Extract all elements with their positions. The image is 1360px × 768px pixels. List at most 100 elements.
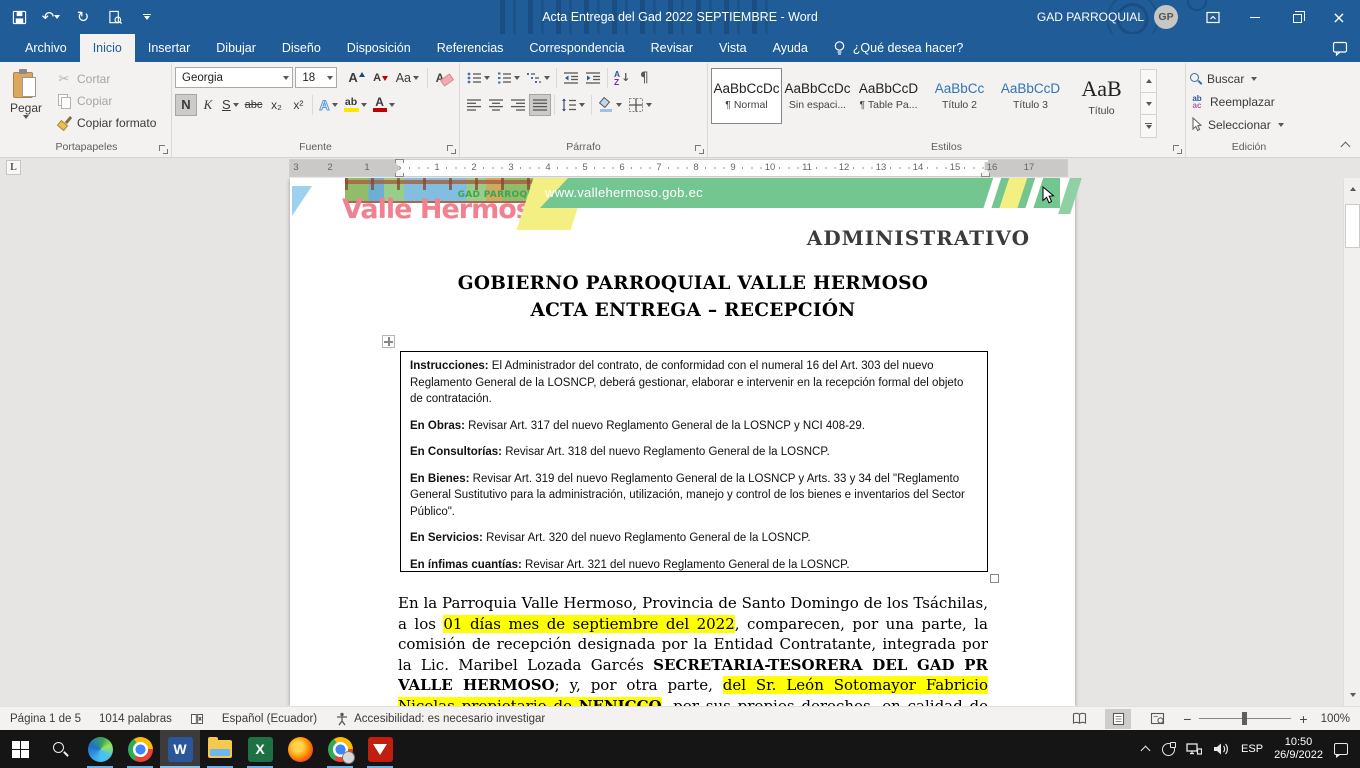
- tell-me-box[interactable]: ¿Qué desea hacer?: [821, 34, 976, 62]
- shading-arrow[interactable]: [616, 103, 622, 107]
- body-paragraph[interactable]: En la Parroquia Valle Hermoso, Provincia…: [398, 593, 988, 706]
- borders-arrow[interactable]: [646, 103, 652, 107]
- ribbon-display-options-button[interactable]: [1192, 0, 1234, 34]
- taskbar-excel[interactable]: X: [240, 730, 280, 768]
- instructions-table[interactable]: Instrucciones: El Administrador del cont…: [400, 351, 988, 572]
- restore-button[interactable]: [1276, 0, 1318, 34]
- font-family-arrow[interactable]: [283, 76, 289, 80]
- tab-ayuda[interactable]: Ayuda: [760, 34, 821, 62]
- save-button[interactable]: [10, 6, 28, 28]
- clock[interactable]: 10:50 26/9/2022: [1274, 736, 1323, 763]
- sort-button[interactable]: AZ↓: [611, 67, 633, 89]
- font-size-arrow[interactable]: [327, 76, 333, 80]
- zoom-out-button[interactable]: −: [1183, 711, 1191, 727]
- tab-disposicion[interactable]: Disposición: [334, 34, 424, 62]
- fuente-dialog-launcher[interactable]: [447, 145, 456, 154]
- zoom-slider[interactable]: [1199, 718, 1291, 719]
- show-paragraph-marks-button[interactable]: ¶: [633, 67, 655, 89]
- zoom-in-button[interactable]: +: [1299, 711, 1307, 727]
- taskbar-file-explorer[interactable]: [200, 730, 240, 768]
- paste-button[interactable]: Pegar: [5, 65, 47, 133]
- zoom-level[interactable]: 100%: [1321, 713, 1350, 725]
- table-resize-handle[interactable]: [990, 574, 999, 583]
- print-preview-button[interactable]: [106, 6, 124, 28]
- shading-button[interactable]: [595, 94, 625, 116]
- numbering-button[interactable]: [493, 67, 523, 89]
- word-count[interactable]: 1014 palabras: [99, 713, 172, 725]
- print-layout-button[interactable]: [1105, 709, 1131, 729]
- decrease-indent-button[interactable]: [560, 67, 582, 89]
- borders-button[interactable]: [625, 94, 655, 116]
- line-spacing-button[interactable]: [558, 94, 588, 116]
- bullets-button[interactable]: [463, 67, 493, 89]
- superscript-button[interactable]: x²: [287, 94, 309, 116]
- multilevel-list-arrow[interactable]: [544, 76, 550, 80]
- comments-button[interactable]: [1332, 34, 1348, 62]
- underline-button[interactable]: S: [219, 94, 242, 116]
- increase-indent-button[interactable]: [582, 67, 604, 89]
- style-normal[interactable]: AaBbCcDc¶ Normal: [711, 68, 782, 124]
- style-table-paragraph[interactable]: AaBbCcD¶ Table Pa...: [853, 68, 924, 124]
- volume-icon[interactable]: [1213, 742, 1230, 756]
- customize-qat-button[interactable]: [138, 6, 156, 28]
- accessibility-status[interactable]: Accesibilidad: es necesario investigar: [335, 712, 545, 726]
- justify-button[interactable]: [529, 94, 551, 116]
- meet-now-icon[interactable]: [1162, 743, 1175, 756]
- styles-scroll-down-button[interactable]: [1141, 93, 1156, 116]
- tab-correspondencia[interactable]: Correspondencia: [516, 34, 637, 62]
- numbering-arrow[interactable]: [514, 76, 520, 80]
- tab-inicio[interactable]: Inicio: [80, 34, 135, 62]
- replace-button[interactable]: abacReemplazar: [1189, 90, 1309, 113]
- tab-stop-selector[interactable]: L: [6, 160, 21, 175]
- subscript-button[interactable]: x₂: [265, 94, 287, 116]
- tab-archivo[interactable]: Archivo: [12, 34, 80, 62]
- font-size-combobox[interactable]: 18: [295, 67, 337, 88]
- undo-button[interactable]: ↶: [42, 6, 60, 28]
- redo-button[interactable]: ↻: [74, 6, 92, 28]
- taskbar-chrome-profile[interactable]: [320, 730, 360, 768]
- keyboard-language[interactable]: ESP: [1241, 743, 1263, 755]
- taskbar-acrobat[interactable]: [360, 730, 400, 768]
- taskbar-firefox[interactable]: [280, 730, 320, 768]
- select-arrow[interactable]: [1278, 123, 1284, 127]
- style-sin-espaciado[interactable]: AaBbCcDcSin espaci...: [782, 68, 853, 124]
- parrafo-dialog-launcher[interactable]: [695, 145, 704, 154]
- proofing-status[interactable]: [190, 712, 204, 726]
- scroll-down-button[interactable]: [1345, 687, 1360, 703]
- horizontal-ruler[interactable]: 3 2 1 1 2 3 4 5 6 7 8 9 10 11 12 13 14 1…: [290, 160, 1067, 176]
- grow-font-button[interactable]: A: [345, 67, 367, 89]
- scrollbar-thumb[interactable]: [1345, 204, 1360, 248]
- estilos-dialog-launcher[interactable]: [1173, 145, 1182, 154]
- taskbar-chrome[interactable]: [120, 730, 160, 768]
- zoom-slider-thumb[interactable]: [1242, 712, 1247, 725]
- find-arrow[interactable]: [1251, 77, 1257, 81]
- align-left-button[interactable]: [463, 94, 485, 116]
- paste-dropdown-arrow[interactable]: [23, 115, 29, 119]
- tab-vista[interactable]: Vista: [706, 34, 760, 62]
- highlight-arrow[interactable]: [361, 103, 367, 107]
- tab-dibujar[interactable]: Dibujar: [203, 34, 269, 62]
- network-icon[interactable]: [1186, 742, 1202, 756]
- strikethrough-button[interactable]: abc: [242, 94, 266, 116]
- tray-expand-icon[interactable]: [1141, 744, 1151, 754]
- select-button[interactable]: Seleccionar: [1189, 113, 1309, 136]
- read-mode-button[interactable]: [1066, 709, 1092, 729]
- scroll-up-button[interactable]: [1345, 181, 1360, 197]
- page-indicator[interactable]: Página 1 de 5: [10, 713, 81, 725]
- find-button[interactable]: Buscar: [1189, 67, 1309, 90]
- clear-formatting-button[interactable]: A: [433, 67, 456, 89]
- copy-button[interactable]: Copiar: [53, 90, 168, 112]
- font-color-arrow[interactable]: [389, 103, 395, 107]
- shrink-font-button[interactable]: A: [369, 67, 391, 89]
- tab-insertar[interactable]: Insertar: [135, 34, 203, 62]
- format-painter-button[interactable]: Copiar formato: [53, 112, 168, 134]
- web-layout-button[interactable]: [1144, 709, 1170, 729]
- styles-scroll-up-button[interactable]: [1141, 70, 1156, 93]
- minimize-button[interactable]: [1234, 0, 1276, 34]
- cut-button[interactable]: ✂Cortar: [53, 68, 168, 90]
- text-effects-button[interactable]: A: [316, 94, 340, 116]
- action-center-icon[interactable]: [1334, 743, 1348, 755]
- language-indicator[interactable]: Español (Ecuador): [222, 713, 317, 725]
- taskbar-search-button[interactable]: [40, 730, 80, 768]
- bullets-arrow[interactable]: [484, 76, 490, 80]
